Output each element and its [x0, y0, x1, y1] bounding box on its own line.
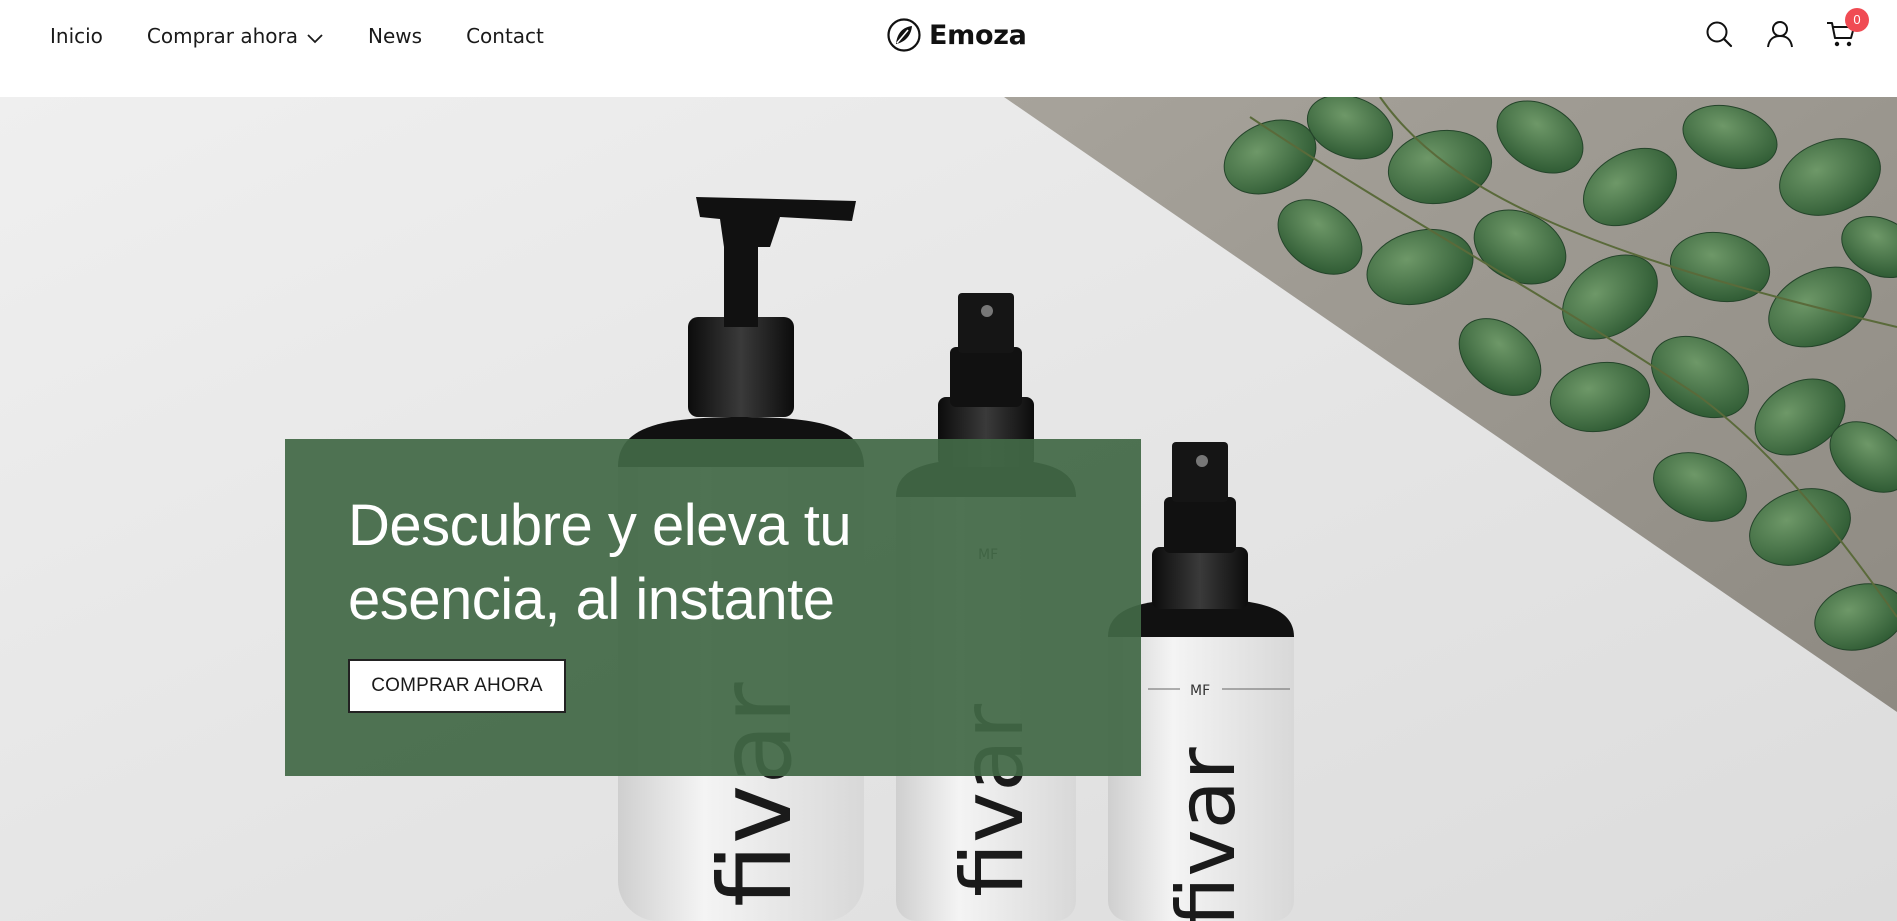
cart-icon[interactable]: 0 [1825, 8, 1869, 50]
nav-item-comprar-ahora[interactable]: Comprar ahora [147, 22, 324, 50]
user-icon[interactable] [1764, 18, 1796, 50]
chevron-down-icon [306, 24, 324, 50]
nav-item-inicio[interactable]: Inicio [50, 23, 103, 49]
nav-item-label: Inicio [50, 24, 103, 48]
hero-banner: fivar MF fivar MF fivar Descub [0, 97, 1897, 921]
brand-logo[interactable]: Emoza [887, 18, 1027, 52]
leaf-circle-icon [887, 18, 921, 52]
nav-item-label: Comprar ahora [146, 24, 299, 48]
shop-now-button[interactable]: COMPRAR AHORA [348, 659, 566, 713]
site-header: Inicio Comprar ahora News Contact Emoza [0, 0, 1897, 97]
hero-title: Descubre y eleva tu esencia, al instante [348, 493, 852, 632]
nav-item-label: Contact [466, 24, 544, 48]
search-icon[interactable] [1703, 18, 1735, 50]
nav-item-label: News [368, 24, 423, 48]
header-actions: 0 [1674, 8, 1869, 50]
brand-name: Emoza [929, 19, 1027, 51]
cart-count-badge: 0 [1845, 8, 1869, 32]
bottle-brand-text: fivar [1160, 747, 1253, 921]
hero-content-panel: Descubre y eleva tu esencia, al instante… [285, 439, 1141, 776]
bottle-monogram-text: MF [1190, 683, 1210, 699]
main-nav: Inicio Comprar ahora News Contact [50, 22, 588, 50]
nav-item-news[interactable]: News [368, 23, 422, 49]
nav-item-contact[interactable]: Contact [466, 23, 544, 49]
